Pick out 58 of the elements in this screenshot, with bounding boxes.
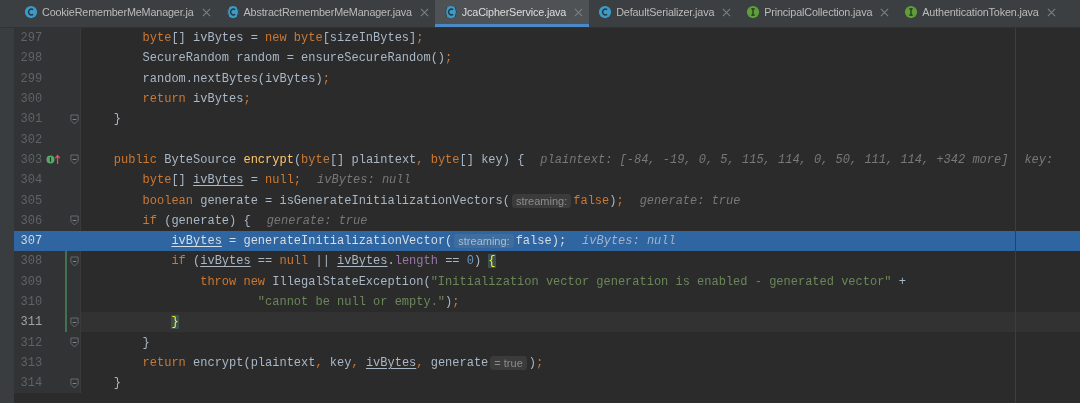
- debug-value-hint: plaintext: [-84, -19, 0, 5, 115, 114, 0, 50, 111, 114, +342 more]: [540, 152, 1009, 167]
- code-text: }: [112, 376, 121, 391]
- class-icon: [225, 5, 240, 19]
- fold-icon[interactable]: [69, 316, 79, 328]
- code-text: random.nextBytes(ivBytes);: [141, 71, 330, 86]
- code-text: throw new IllegalStateException("Initialization vector generation is enabled - generated vector" +: [199, 274, 906, 289]
- implements-marker-icon[interactable]: [46, 154, 63, 166]
- close-icon[interactable]: [880, 7, 890, 17]
- close-icon[interactable]: [201, 7, 211, 17]
- inlay-hint: streaming:: [511, 193, 572, 208]
- close-icon[interactable]: [722, 7, 732, 17]
- interface-icon: [746, 5, 761, 19]
- class-icon: [443, 5, 458, 19]
- fold-icon[interactable]: [69, 215, 79, 227]
- class-icon: [24, 5, 38, 19]
- editor-tab[interactable]: AuthenticationToken.java: [895, 0, 1062, 27]
- code-text: byte[] ivBytes = null;: [141, 173, 302, 188]
- code-text: public ByteSource encrypt(byte[] plaintext, byte[] key) {: [112, 152, 525, 167]
- code-text: boolean generate = isGenerateInitializationVectors(: [141, 193, 510, 208]
- line-number: 307: [19, 234, 43, 249]
- inlay-hint: streaming:: [454, 234, 514, 249]
- debug-value-hint: generate: true: [266, 213, 368, 228]
- debug-value-hint: ivBytes: null: [317, 173, 411, 188]
- code-text: );: [528, 355, 544, 370]
- class-icon: [598, 5, 613, 19]
- fold-icon[interactable]: [69, 255, 79, 267]
- code-text: if (generate) {: [141, 213, 251, 228]
- editor-tab[interactable]: DefaultSerializer.java: [589, 0, 738, 27]
- fold-icon[interactable]: [69, 154, 79, 166]
- code-text: }: [141, 335, 150, 350]
- code-text: false);: [515, 234, 567, 249]
- code-text: }: [170, 315, 179, 330]
- interface-icon: [904, 5, 919, 19]
- scrollbar[interactable]: [0, 28, 14, 403]
- code-text: return encrypt(plaintext, key, ivBytes, generate: [141, 355, 489, 370]
- editor-tab[interactable]: JcaCipherService.java: [434, 0, 590, 27]
- fold-icon[interactable]: [69, 113, 79, 125]
- code-text: "cannot be null or empty.");: [256, 295, 460, 309]
- code-text: if (ivBytes == null || ivBytes.length == 0) {: [170, 254, 496, 269]
- debug-value-hint: generate: true: [639, 193, 741, 208]
- editor-tab[interactable]: CookieRememberMeManager.ja: [0, 0, 217, 27]
- close-icon[interactable]: [419, 7, 429, 17]
- close-icon[interactable]: [574, 7, 584, 17]
- code-text: }: [112, 112, 121, 127]
- code-text: byte[] ivBytes = new byte[sizeInBytes];: [141, 31, 424, 46]
- line-number: 311: [19, 315, 43, 330]
- inlay-hint: = true: [490, 355, 527, 370]
- code-text: false);: [573, 193, 624, 208]
- editor-tab[interactable]: AbstractRememberMeManager.java: [216, 0, 435, 27]
- editor-tab[interactable]: PrincipalCollection.java: [737, 0, 896, 27]
- fold-icon[interactable]: [69, 337, 79, 349]
- debug-value-hint: ivBytes: null: [582, 234, 676, 249]
- fold-icon[interactable]: [69, 377, 79, 389]
- code-text: SecureRandom random = ensureSecureRandom();: [141, 51, 453, 66]
- code-text: ivBytes = generateInitializationVector(: [170, 234, 453, 249]
- code-text: return ivBytes;: [141, 92, 251, 107]
- debug-value-hint: key:: [1024, 152, 1054, 167]
- close-icon[interactable]: [1046, 7, 1056, 17]
